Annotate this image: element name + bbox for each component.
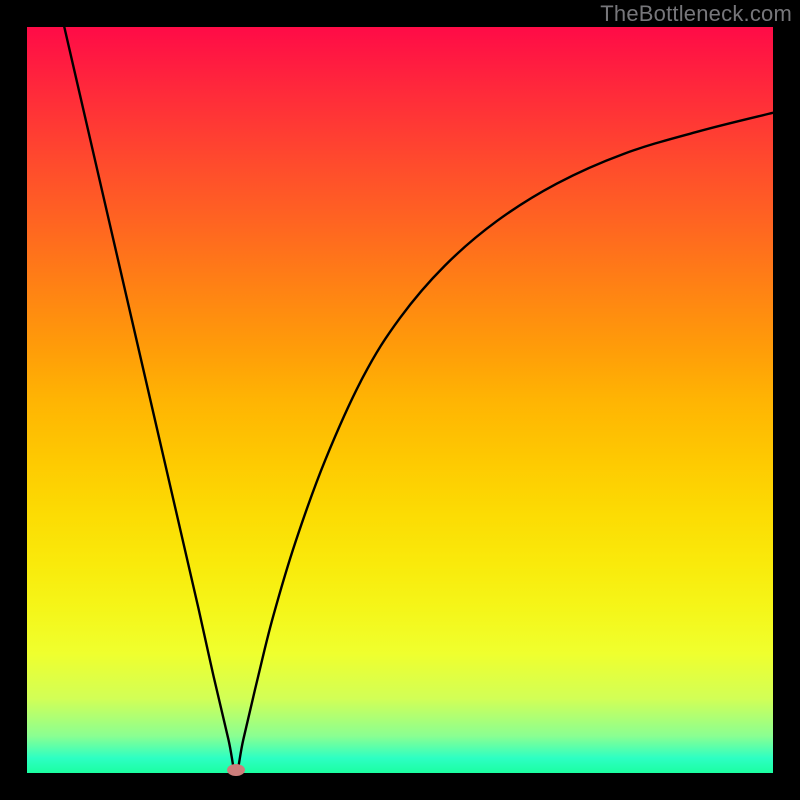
watermark-text: TheBottleneck.com [600,1,792,27]
bottleneck-curve [27,27,773,773]
chart-frame: TheBottleneck.com [0,0,800,800]
plot-area [27,27,773,773]
minimum-marker [227,764,245,776]
